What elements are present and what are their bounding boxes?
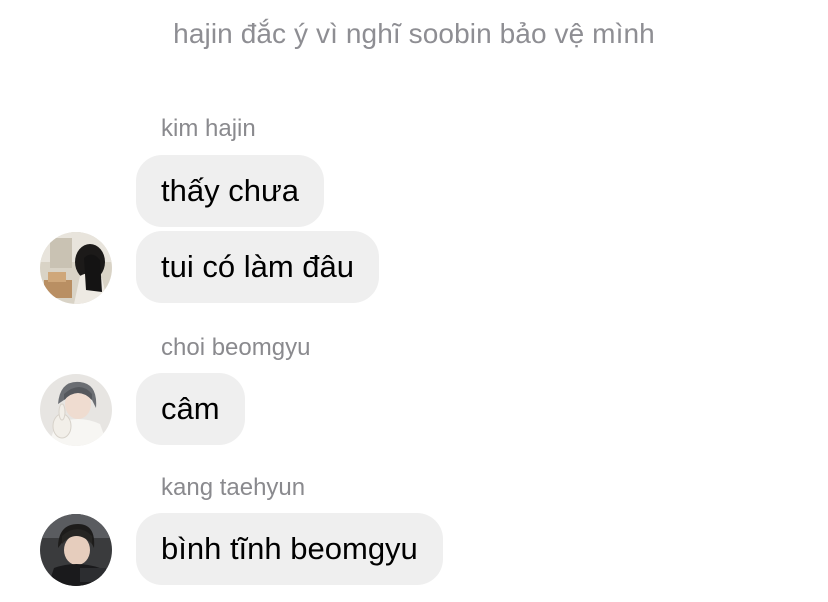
sender-name-choi-beomgyu: choi beomgyu [161, 334, 311, 361]
message-bubble[interactable]: câm [136, 373, 245, 445]
avatar-image [40, 232, 112, 304]
message-bubble[interactable]: thấy chưa [136, 155, 324, 227]
system-note: hajin đắc ý vì nghĩ soobin bảo vệ mình [173, 18, 655, 49]
avatar-choi-beomgyu[interactable] [40, 374, 112, 446]
avatar-image [40, 514, 112, 586]
avatar-kim-hajin[interactable] [40, 232, 112, 304]
message-bubble[interactable]: tui có làm đâu [136, 231, 379, 303]
sender-name-kim-hajin: kim hajin [161, 115, 256, 142]
avatar-kang-taehyun[interactable] [40, 514, 112, 586]
sender-name-kang-taehyun: kang taehyun [161, 474, 306, 501]
message-bubble[interactable]: bình tĩnh beomgyu [136, 513, 443, 585]
avatar-image [40, 374, 112, 446]
